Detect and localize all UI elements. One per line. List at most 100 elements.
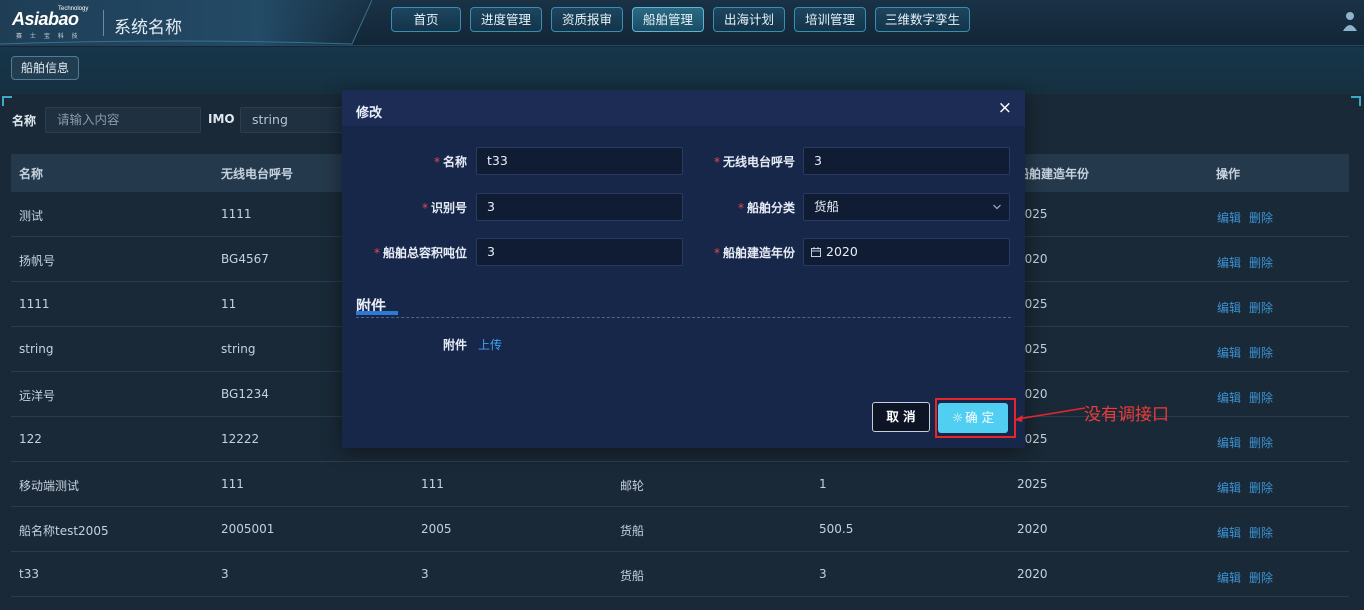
filter-name-input[interactable]: 请输入内容: [45, 107, 201, 133]
cell-year: 2020: [1017, 522, 1048, 536]
row-actions: 编辑 删除: [1217, 299, 1281, 316]
field-name-input[interactable]: t33: [476, 147, 683, 175]
edit-link[interactable]: 编辑: [1217, 526, 1241, 540]
cell-name: 扬帆号: [19, 254, 56, 268]
cell-category: 货船: [620, 569, 645, 583]
delete-link[interactable]: 删除: [1249, 481, 1273, 495]
edit-link[interactable]: 编辑: [1217, 436, 1241, 450]
cell-category: 邮轮: [620, 479, 645, 493]
field-tonnage-input[interactable]: 3: [476, 238, 683, 266]
cell-name: 船名称test2005: [19, 524, 109, 538]
field-id-label: * 识别号: [421, 201, 467, 215]
cell-call-sign: string: [221, 342, 256, 356]
row-actions: 编辑 删除: [1217, 344, 1281, 361]
edit-link[interactable]: 编辑: [1217, 391, 1241, 405]
row-actions: 编辑 删除: [1217, 209, 1281, 226]
delete-link[interactable]: 删除: [1249, 346, 1273, 360]
edit-link[interactable]: 编辑: [1217, 256, 1241, 270]
delete-link[interactable]: 删除: [1249, 391, 1273, 405]
cell-call-sign: BG1234: [221, 387, 269, 401]
delete-link[interactable]: 删除: [1249, 301, 1273, 315]
cell-name: 122: [19, 432, 42, 446]
cell-id: 111: [421, 477, 444, 491]
edit-link[interactable]: 编辑: [1217, 571, 1241, 585]
nav-ship-management[interactable]: 船舶管理: [632, 7, 704, 32]
nav-voyage-plan[interactable]: 出海计划: [713, 7, 785, 32]
system-name: 系统名称: [114, 18, 182, 38]
filter-imo-label: IMO: [208, 112, 235, 126]
field-id-input[interactable]: 3: [476, 193, 683, 221]
cell-id: 3: [421, 567, 429, 581]
cancel-button[interactable]: 取 消: [872, 402, 930, 432]
cell-call-sign: 3: [221, 567, 229, 581]
logo-divider: [103, 10, 104, 36]
field-name-label: * 名称: [433, 155, 467, 169]
delete-link[interactable]: 删除: [1249, 256, 1273, 270]
corner-decoration: [1351, 96, 1361, 106]
row-actions: 编辑 删除: [1217, 479, 1281, 496]
cell-name: t33: [19, 567, 39, 581]
main-nav: 首页 进度管理 资质报审 船舶管理 出海计划 培训管理 三维数字孪生: [391, 7, 970, 32]
column-header-call-sign: 无线电台呼号: [221, 167, 294, 181]
cell-name: 测试: [19, 209, 44, 223]
cell-call-sign: 12222: [221, 432, 260, 446]
row-actions: 编辑 删除: [1217, 524, 1281, 541]
company-logo: Asiabao: [12, 9, 79, 29]
dialog-title: 修改: [356, 106, 383, 121]
cell-call-sign: BG4567: [221, 252, 269, 266]
user-icon[interactable]: [1340, 9, 1360, 35]
cell-id: 2005: [421, 522, 452, 536]
nav-qualification[interactable]: 资质报审: [551, 7, 623, 32]
cell-year: 2020: [1017, 567, 1048, 581]
section-title-underline: [356, 311, 398, 315]
close-icon[interactable]: ×: [998, 98, 1012, 118]
chevron-down-icon: [993, 204, 1001, 210]
field-tonnage-label: * 船舶总容积吨位: [373, 246, 467, 260]
annotation-highlight-box: [935, 398, 1016, 438]
edit-dialog: 修改 × * 名称 t33 * 无线电台呼号 3 * 识别号 3 * 船舶分类 货船 *…: [342, 90, 1025, 448]
field-category-label: * 船舶分类: [737, 201, 795, 215]
upload-link[interactable]: 上传: [478, 336, 502, 353]
breadcrumb-bar: 船舶信息: [0, 47, 1364, 94]
cell-call-sign: 11: [221, 297, 237, 311]
field-category-select[interactable]: 货船: [803, 193, 1010, 221]
annotation-arrow: [1014, 407, 1086, 422]
table-row: 船名称test2005 2005001 2005 货船 500.5 2020 编辑 删除: [11, 507, 1349, 552]
cell-call-sign: 111: [221, 477, 244, 491]
delete-link[interactable]: 删除: [1249, 211, 1273, 225]
table-row: t33 3 3 货船 3 2020 编辑 删除: [11, 552, 1349, 597]
nav-digital-twin[interactable]: 三维数字孪生: [875, 7, 970, 32]
row-actions: 编辑 删除: [1217, 434, 1281, 451]
delete-link[interactable]: 删除: [1249, 526, 1273, 540]
delete-link[interactable]: 删除: [1249, 571, 1273, 585]
breadcrumb-tab-ship-info[interactable]: 船舶信息: [11, 56, 80, 80]
cell-name: string: [19, 342, 54, 356]
field-category-value: 货船: [814, 199, 840, 214]
dialog-header: 修改 ×: [342, 90, 1025, 126]
row-actions: 编辑 删除: [1217, 569, 1281, 586]
top-header: Technology Asiabao 赛 士 宝 科 技 系统名称 首页 进度管…: [0, 0, 1364, 46]
edit-link[interactable]: 编辑: [1217, 481, 1241, 495]
cell-call-sign: 1111: [221, 207, 252, 221]
logo-subtitle: 赛 士 宝 科 技: [16, 33, 81, 40]
corner-decoration: [2, 96, 12, 106]
delete-link[interactable]: 删除: [1249, 436, 1273, 450]
annotation-text: 没有调接口: [1084, 405, 1169, 425]
field-call-sign-input[interactable]: 3: [803, 147, 1010, 175]
filter-imo-input[interactable]: string: [240, 107, 350, 133]
row-actions: 编辑 删除: [1217, 389, 1281, 406]
table-row: 移动端测试 111 111 邮轮 1 2025 编辑 删除: [11, 462, 1349, 507]
row-actions: 编辑 删除: [1217, 254, 1281, 271]
edit-link[interactable]: 编辑: [1217, 211, 1241, 225]
cell-tonnage: 3: [819, 567, 827, 581]
nav-training[interactable]: 培训管理: [794, 7, 866, 32]
cell-name: 移动端测试: [19, 479, 80, 493]
cell-name: 远洋号: [19, 389, 56, 403]
nav-progress[interactable]: 进度管理: [470, 7, 542, 32]
attachment-label: 附件: [442, 338, 467, 352]
nav-home[interactable]: 首页: [391, 7, 461, 32]
filter-name-label: 名称: [12, 114, 37, 128]
field-build-year-picker[interactable]: 2020: [803, 238, 1010, 266]
edit-link[interactable]: 编辑: [1217, 301, 1241, 315]
edit-link[interactable]: 编辑: [1217, 346, 1241, 360]
